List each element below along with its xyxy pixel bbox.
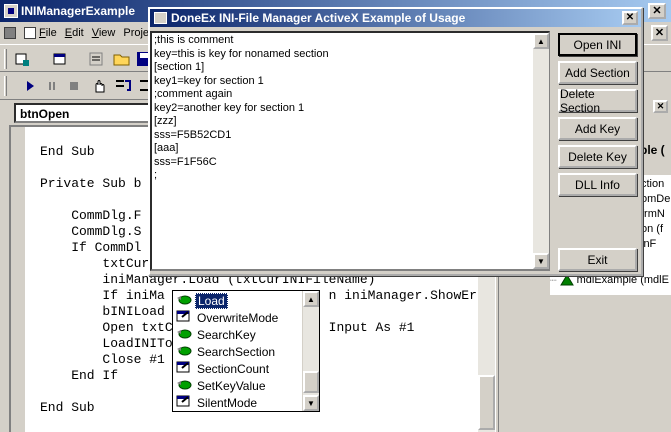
property-icon — [176, 360, 192, 377]
dialog-titlebar[interactable]: DoneEx INI-File Manager ActiveX Example … — [150, 9, 641, 27]
scroll-thumb[interactable] — [303, 371, 319, 393]
step-into-icon[interactable] — [114, 76, 134, 96]
menu-view-label: View — [91, 27, 116, 39]
code-margin — [11, 127, 25, 432]
tree-line: omDe — [641, 193, 671, 205]
close-icon: ✕ — [656, 101, 665, 111]
menu-system[interactable] — [4, 27, 16, 39]
tree-line: ction — [641, 178, 665, 190]
tree-line: on (f — [641, 223, 664, 235]
menu-view[interactable]: View — [92, 27, 116, 39]
scroll-thumb[interactable] — [478, 375, 495, 430]
menu-edit-label: Edit — [64, 27, 84, 39]
mdi-close-button[interactable]: ✕ — [651, 25, 668, 41]
exit-button[interactable]: Exit — [558, 248, 637, 271]
intellisense-item[interactable]: SearchSection — [175, 343, 299, 360]
add-form-icon[interactable] — [50, 49, 70, 69]
intellisense-item-label: SetKeyValue — [197, 378, 266, 393]
menu-file[interactable]: File — [24, 27, 57, 39]
delete-key-button[interactable]: Delete Key — [558, 145, 637, 168]
intellisense-item[interactable]: Load — [175, 292, 299, 309]
add-project-icon[interactable] — [12, 49, 32, 69]
intellisense-list[interactable]: Load OverwriteMode SearchKey SearchSection S… — [172, 290, 320, 412]
intellisense-item[interactable]: SectionCount — [175, 360, 299, 377]
properties-close-button[interactable]: ✕ — [653, 100, 668, 113]
screen: INIManagerExample ✕ File Edit View Proje… — [0, 0, 671, 432]
method-icon — [176, 326, 192, 343]
ide-close-button[interactable]: ✕ — [648, 3, 666, 19]
open-folder-icon[interactable] — [112, 49, 132, 69]
menu-file-label: File — [39, 27, 57, 39]
intellisense-item[interactable]: OverwriteMode — [175, 309, 299, 326]
method-icon — [176, 292, 192, 309]
intellisense-item-label: SilentMode — [197, 395, 258, 410]
close-icon: ✕ — [652, 4, 662, 17]
dialog-app-icon — [154, 12, 167, 24]
ini-content-textbox[interactable]: ;this is comment key=this is key for non… — [150, 31, 550, 271]
method-icon — [176, 377, 192, 394]
scroll-down-button[interactable]: ▼ — [303, 395, 319, 411]
intellisense-item[interactable]: SearchKey — [175, 326, 299, 343]
intellisense-item-label: SearchSection — [197, 344, 276, 359]
stop-icon[interactable] — [64, 76, 84, 96]
intellisense-item-label: SectionCount — [197, 361, 270, 376]
dll-info-button[interactable]: DLL Info — [558, 173, 637, 196]
menu-edit[interactable]: Edit — [65, 27, 84, 39]
tree-line: inF — [641, 238, 657, 250]
scroll-up-button[interactable]: ▲ — [303, 291, 319, 307]
property-icon — [176, 309, 192, 326]
dialog-title: DoneEx INI-File Manager ActiveX Example … — [171, 11, 466, 25]
app-icon — [4, 4, 18, 18]
close-icon: ✕ — [625, 12, 635, 23]
toolbar-grip[interactable] — [4, 76, 7, 96]
document-icon — [24, 27, 36, 39]
close-icon: ✕ — [654, 26, 665, 39]
intellisense-item-label: Load — [195, 292, 228, 309]
intellisense-scrollbar[interactable]: ▲ ▼ — [302, 291, 319, 411]
tree-line: frmN — [641, 208, 665, 220]
delete-section-button[interactable]: Delete Section — [558, 87, 637, 115]
property-icon — [176, 394, 192, 411]
pause-icon[interactable] — [42, 76, 62, 96]
add-key-button[interactable]: Add Key — [558, 117, 637, 140]
system-menu-icon — [4, 27, 16, 39]
scroll-up-button[interactable]: ▲ — [533, 33, 549, 49]
ini-content-scrollbar[interactable]: ▲ ▼ — [533, 33, 549, 269]
ide-title: INIManagerExample — [21, 4, 136, 18]
intellisense-item[interactable]: SetKeyValue — [175, 377, 299, 394]
add-section-button[interactable]: Add Section — [558, 61, 637, 84]
dialog-close-button[interactable]: ✕ — [622, 11, 638, 25]
intellisense-item-label: SearchKey — [197, 327, 256, 342]
properties-title: ple ( — [640, 143, 665, 157]
toggle-breakpoint-icon[interactable] — [90, 76, 110, 96]
run-icon[interactable] — [20, 76, 40, 96]
open-ini-button[interactable]: Open INI — [558, 33, 637, 56]
intellisense-item[interactable]: SilentMode — [175, 394, 299, 411]
toolbar-grip[interactable] — [4, 49, 7, 69]
scroll-down-button[interactable]: ▼ — [533, 253, 549, 269]
intellisense-item-label: OverwriteMode — [197, 310, 279, 325]
object-combo[interactable]: btnOpen — [14, 103, 150, 123]
menu-editor-icon[interactable] — [86, 49, 106, 69]
method-icon — [176, 343, 192, 360]
